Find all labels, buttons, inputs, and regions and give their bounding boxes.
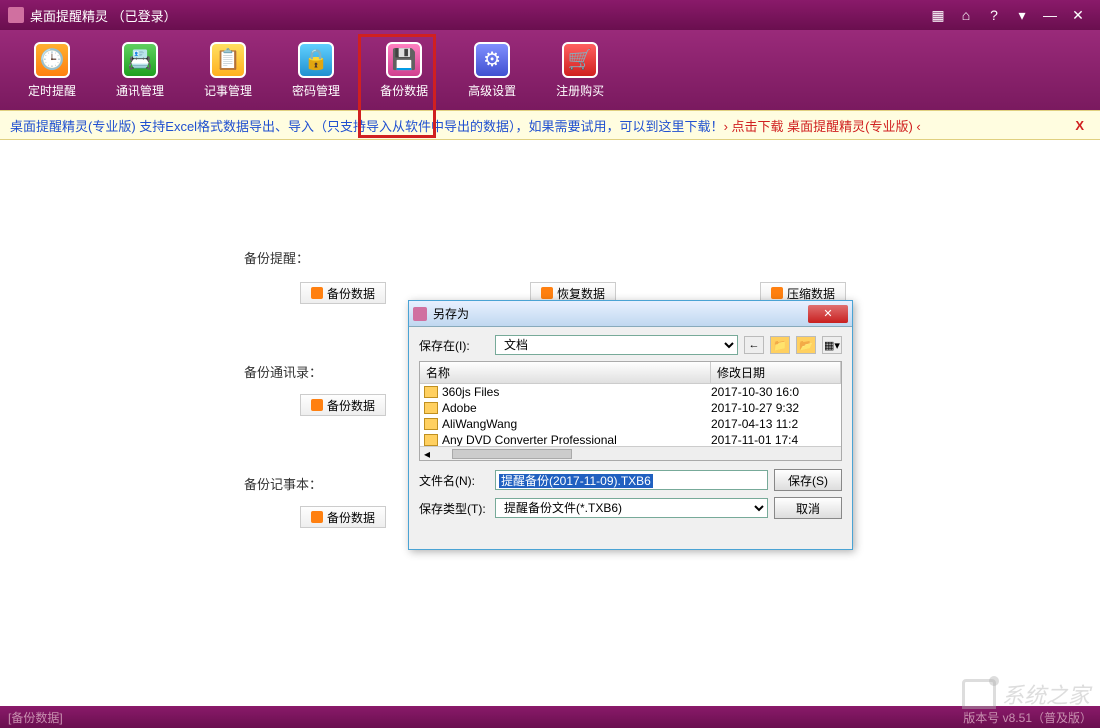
- nav-view-icon[interactable]: ▦▾: [822, 336, 842, 354]
- label-backup-contacts: 备份通讯录：: [244, 362, 322, 381]
- banner: 桌面提醒精灵(专业版) 支持Excel格式数据导出、导入（只支持导入从软件中导出…: [0, 110, 1100, 140]
- statusbar: [备份数据] 版本号 v8.51（普及版）: [0, 706, 1100, 728]
- disk-icon: [541, 287, 553, 299]
- titlebar-btn-1[interactable]: ▦: [926, 5, 950, 25]
- titlebar: 桌面提醒精灵 （已登录） ▦ ⌂ ? ▾ — ✕: [0, 0, 1100, 30]
- tool-settings[interactable]: ⚙高级设置: [460, 38, 524, 103]
- file-row[interactable]: Adobe2017-10-27 9:32: [420, 400, 841, 416]
- folder-icon: [424, 386, 438, 398]
- nav-back-icon[interactable]: ←: [744, 336, 764, 354]
- nav-up-icon[interactable]: 📁: [770, 336, 790, 354]
- minimize-button[interactable]: —: [1038, 5, 1062, 25]
- col-date[interactable]: 修改日期: [711, 362, 841, 383]
- main-toolbar: 🕒定时提醒 📇通讯管理 📋记事管理 🔒密码管理 💾备份数据 ⚙高级设置 🛒注册购…: [0, 30, 1100, 110]
- file-row[interactable]: AliWangWang2017-04-13 11:2: [420, 416, 841, 432]
- folder-icon: [424, 418, 438, 430]
- disk-icon: [311, 399, 323, 411]
- cancel-button[interactable]: 取消: [774, 497, 842, 519]
- folder-icon: [424, 402, 438, 414]
- tool-notes[interactable]: 📋记事管理: [196, 38, 260, 103]
- filename-label: 文件名(N):: [419, 472, 489, 489]
- filename-input[interactable]: 提醒备份(2017-11-09).TXB6: [495, 470, 768, 490]
- save-in-select[interactable]: 文档: [495, 335, 738, 355]
- dialog-app-icon: [413, 307, 427, 321]
- status-left: [备份数据]: [8, 709, 63, 726]
- dialog-close-button[interactable]: ✕: [808, 305, 848, 323]
- folder-icon: [424, 434, 438, 446]
- dialog-title: 另存为: [433, 305, 469, 322]
- file-row[interactable]: 360js Files2017-10-30 16:0: [420, 384, 841, 400]
- file-row[interactable]: Any DVD Converter Professional2017-11-01…: [420, 432, 841, 446]
- horizontal-scrollbar[interactable]: ◂: [420, 446, 841, 460]
- btn-backup-1[interactable]: 备份数据: [300, 282, 386, 304]
- highlight-box-toolbar: [358, 34, 436, 138]
- close-button[interactable]: ✕: [1066, 5, 1090, 25]
- filetype-select[interactable]: 提醒备份文件(*.TXB6): [495, 498, 768, 518]
- btn-backup-3[interactable]: 备份数据: [300, 506, 386, 528]
- file-list-header: 名称 修改日期: [420, 362, 841, 384]
- save-button[interactable]: 保存(S): [774, 469, 842, 491]
- tool-password[interactable]: 🔒密码管理: [284, 38, 348, 103]
- tool-timer-reminder[interactable]: 🕒定时提醒: [20, 38, 84, 103]
- save-in-label: 保存在(I):: [419, 337, 489, 354]
- nav-new-folder-icon[interactable]: 📂: [796, 336, 816, 354]
- tool-contacts[interactable]: 📇通讯管理: [108, 38, 172, 103]
- filetype-label: 保存类型(T):: [419, 500, 489, 517]
- app-icon: [8, 7, 24, 23]
- window-title: 桌面提醒精灵 （已登录）: [30, 6, 177, 25]
- label-backup-reminder: 备份提醒：: [244, 248, 309, 267]
- file-list[interactable]: 名称 修改日期 360js Files2017-10-30 16:0Adobe2…: [419, 361, 842, 461]
- label-backup-notes: 备份记事本：: [244, 474, 322, 493]
- disk-icon: [311, 511, 323, 523]
- titlebar-btn-4[interactable]: ▾: [1010, 5, 1034, 25]
- save-as-dialog: 另存为 ✕ 保存在(I): 文档 ← 📁 📂 ▦▾ 名称 修改日期 360js …: [408, 300, 853, 550]
- col-name[interactable]: 名称: [420, 362, 711, 383]
- disk-icon: [771, 287, 783, 299]
- titlebar-btn-2[interactable]: ⌂: [954, 5, 978, 25]
- titlebar-btn-3[interactable]: ?: [982, 5, 1006, 25]
- disk-icon: [311, 287, 323, 299]
- btn-backup-2[interactable]: 备份数据: [300, 394, 386, 416]
- tool-register[interactable]: 🛒注册购买: [548, 38, 612, 103]
- banner-download-link[interactable]: › 点击下载 桌面提醒精灵(专业版) ‹: [724, 116, 921, 135]
- dialog-titlebar: 另存为 ✕: [409, 301, 852, 327]
- banner-close[interactable]: X: [1069, 118, 1090, 133]
- status-right: 版本号 v8.51（普及版）: [963, 709, 1092, 726]
